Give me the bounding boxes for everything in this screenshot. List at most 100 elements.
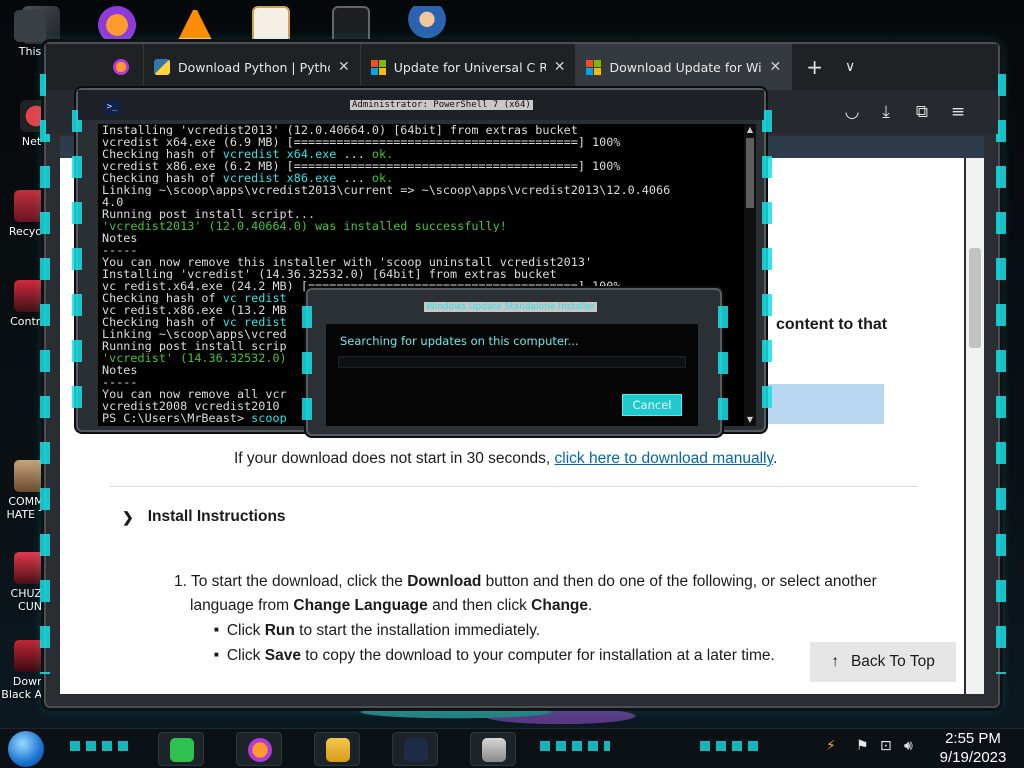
powershell-icon: >_ [104, 100, 120, 114]
taskbar: ⚡ ⚑ ⊡ 🔊︎ 2:55 PM 9/19/2023 [0, 728, 1024, 768]
install-instructions-heading: Install Instructions [147, 508, 286, 525]
flag-icon[interactable]: ⚑ [856, 738, 869, 754]
console-line: Installing 'vcredist' (14.36.32532.0) [6… [102, 268, 557, 280]
tray-app-icon[interactable]: ⚡ [826, 738, 836, 754]
clock-date: 9/19/2023 [939, 749, 1007, 766]
console-line: Checking hash of vcredist_x64.exe ... ok… [102, 148, 394, 160]
python-icon [154, 59, 170, 75]
terminal-app-icon[interactable] [332, 6, 370, 44]
user-app-icon[interactable] [408, 6, 446, 44]
scroll-up-icon[interactable]: ▲ [744, 124, 756, 136]
console-line: vcredist_x64.exe (6.9 MB) [=============… [102, 136, 621, 148]
list-all-tabs-button[interactable]: ∨ [837, 44, 863, 90]
frame-decoration [40, 74, 50, 674]
console-line: Installing 'vcredist2013' (12.0.40664.0)… [102, 124, 578, 136]
taskbar-file-explorer[interactable] [314, 732, 360, 766]
scroll-down-icon[interactable]: ▼ [744, 414, 756, 426]
install-steps: 1. To start the download, click the Down… [174, 570, 914, 668]
taskbar-clock[interactable]: 2:55 PM 9/19/2023 [928, 729, 1018, 767]
installer-title: Windows Update Standalone Installer [424, 302, 597, 312]
volume-icon[interactable]: 🔊︎ [904, 738, 913, 754]
pocket-icon[interactable]: ◡ [840, 100, 864, 124]
divider [110, 486, 918, 487]
tab-title: Download Update for Windo [609, 59, 762, 75]
start-button[interactable] [8, 731, 44, 767]
console-line: Running post_install script... [102, 208, 316, 220]
dx-app-icon[interactable] [252, 6, 290, 44]
frame-decoration [302, 306, 312, 432]
console-line: You can now remove this installer with '… [102, 256, 593, 268]
computer-icon [14, 10, 46, 42]
extensions-icon[interactable]: ⧉ [910, 100, 934, 124]
folder-icon [326, 738, 350, 762]
downloads-icon[interactable]: ⤓ [874, 100, 898, 124]
list-item: Click Save to copy the download to your … [214, 643, 914, 668]
step-1-options: Click Run to start the installation imme… [174, 618, 914, 668]
cancel-button[interactable]: Cancel [622, 394, 682, 416]
installer-progress-bar [338, 356, 686, 368]
download-status-text: If your download does not start in 30 se… [234, 450, 778, 467]
firefox-view-button[interactable] [46, 44, 144, 90]
tab-download-python[interactable]: Download Python | Python ✕ [144, 44, 361, 90]
step-1: 1. To start the download, click the Down… [174, 573, 877, 614]
console-line: Linking ~\scoop\apps\vcredist2013\curren… [102, 184, 671, 196]
plus-icon: + [806, 55, 823, 79]
frame-decoration [718, 306, 728, 432]
scrollbar-thumb[interactable] [969, 248, 981, 348]
taskbar-decoration [700, 741, 760, 751]
tab-update-universal-c[interactable]: Update for Universal C Runti ✕ [361, 44, 577, 90]
menu-icon[interactable]: ≡ [946, 100, 970, 124]
installer-status: Searching for updates on this computer..… [340, 334, 579, 348]
arrow-up-icon: ↑ [831, 653, 839, 670]
tab-title: Update for Universal C Runti [393, 59, 546, 75]
list-item: Click Run to start the installation imme… [214, 618, 914, 643]
taskbar-installer[interactable] [470, 732, 516, 766]
microsoft-icon [370, 59, 386, 75]
chevron-down-icon: ∨ [844, 59, 856, 75]
frame-decoration [996, 74, 1006, 674]
installer-icon [482, 738, 506, 762]
taskbar-decoration [70, 741, 130, 751]
scrollbar-thumb[interactable] [746, 138, 754, 208]
console-line: ----- [102, 244, 138, 256]
frame-decoration [762, 110, 772, 430]
taskbar-firefox[interactable] [236, 732, 282, 766]
notes-icon [170, 738, 194, 762]
close-icon[interactable]: ✕ [338, 59, 350, 75]
clock-time: 2:55 PM [945, 730, 1001, 747]
new-tab-button[interactable]: + [792, 44, 837, 90]
close-icon[interactable]: ✕ [769, 59, 781, 75]
tab-download-update-windows[interactable]: Download Update for Windo ✕ [576, 44, 793, 90]
back-to-top-button[interactable]: ↑ Back To Top [810, 642, 956, 682]
terminal-icon [404, 738, 428, 762]
console-line: Checking hash of vcredist_x86.exe ... ok… [102, 172, 394, 184]
firefox-icon [248, 738, 272, 762]
firefox-icon [113, 59, 129, 75]
tab-bar: Download Python | Python ✕ Update for Un… [46, 44, 998, 90]
close-icon[interactable]: ✕ [554, 59, 566, 75]
powershell-titlebar[interactable]: >_ Administrator: PowerShell 7 (x64) [78, 90, 764, 120]
console-scrollbar[interactable]: ▲ ▼ [744, 124, 756, 426]
partial-heading: content to that [776, 316, 888, 333]
taskbar-powershell[interactable] [392, 732, 438, 766]
vlc-icon[interactable] [176, 6, 214, 44]
console-line: 4.0 [102, 196, 124, 208]
firefox-desktop-icon[interactable] [98, 6, 136, 44]
powershell-title: Administrator: PowerShell 7 (x64) [350, 100, 533, 110]
taskbar-decoration [540, 741, 610, 751]
taskbar-notes-app[interactable] [158, 732, 204, 766]
frame-decoration [72, 110, 82, 430]
installer-body: Searching for updates on this computer..… [326, 324, 698, 426]
console-line: vcredist_x86.exe (6.2 MB) [=============… [102, 160, 621, 172]
download-manually-link[interactable]: click here to download manually [555, 450, 774, 467]
back-to-top-label: Back To Top [850, 653, 935, 670]
install-instructions-toggle[interactable]: ❯ Install Instructions [122, 508, 286, 526]
microsoft-icon [586, 59, 602, 75]
console-line: 'vcredist2013' (12.0.40664.0) was instal… [102, 220, 507, 232]
page-scrollbar[interactable] [966, 158, 984, 694]
tab-title: Download Python | Python [178, 59, 330, 75]
console-line: Notes [102, 232, 138, 244]
chevron-down-icon: ❯ [122, 508, 134, 525]
network-icon[interactable]: ⊡ [880, 738, 892, 754]
update-installer-window: Windows Update Standalone Installer Sear… [302, 288, 728, 436]
